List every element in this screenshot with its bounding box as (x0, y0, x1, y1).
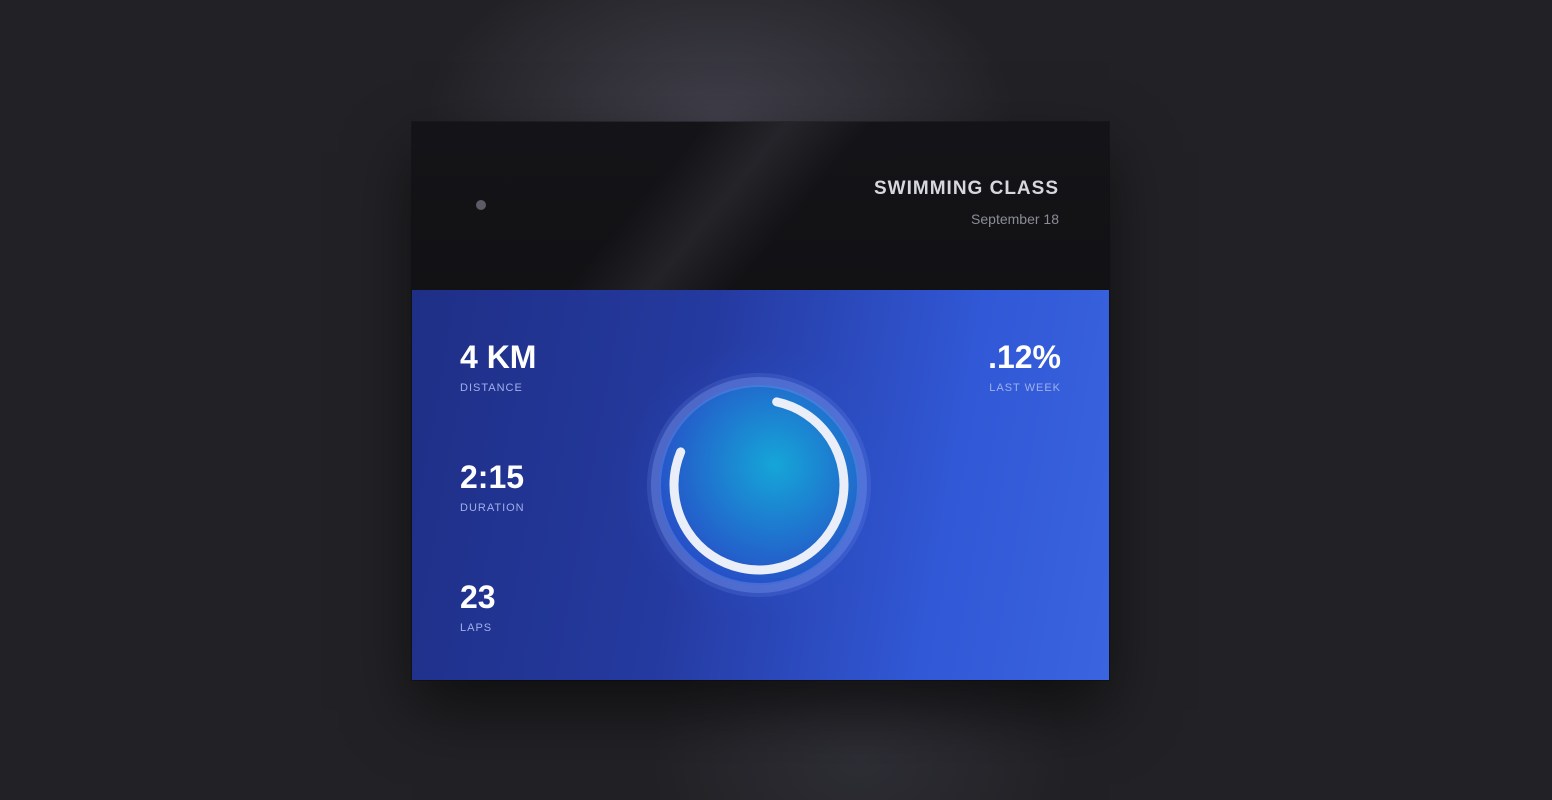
card-body: 4 KM DISTANCE 2:15 DURATION 23 LAPS .12%… (412, 290, 1109, 680)
progress-ring-svg (647, 373, 871, 597)
stat-last-week-label: LAST WEEK (989, 382, 1061, 394)
class-title: SWIMMING CLASS (874, 178, 1059, 199)
stat-duration: 2:15 DURATION (460, 460, 525, 514)
card-header: SWIMMING CLASS September 18 (412, 122, 1109, 290)
class-date: September 18 (971, 211, 1059, 227)
stat-last-week: .12% LAST WEEK (988, 340, 1061, 394)
stat-last-week-value: .12% (988, 339, 1061, 375)
activity-card: SWIMMING CLASS September 18 4 KM DISTANC… (412, 122, 1109, 680)
stat-distance: 4 KM DISTANCE (460, 340, 536, 394)
stat-distance-label: DISTANCE (460, 382, 523, 394)
menu-dot-icon[interactable] (476, 200, 486, 210)
stat-laps: 23 LAPS (460, 580, 496, 634)
stat-distance-value: 4 KM (460, 339, 537, 375)
stat-duration-value: 2:15 (460, 459, 525, 495)
stat-laps-value: 23 (460, 579, 496, 615)
progress-ring (644, 370, 874, 600)
stat-laps-label: LAPS (460, 622, 493, 634)
stat-duration-label: DURATION (460, 502, 525, 514)
